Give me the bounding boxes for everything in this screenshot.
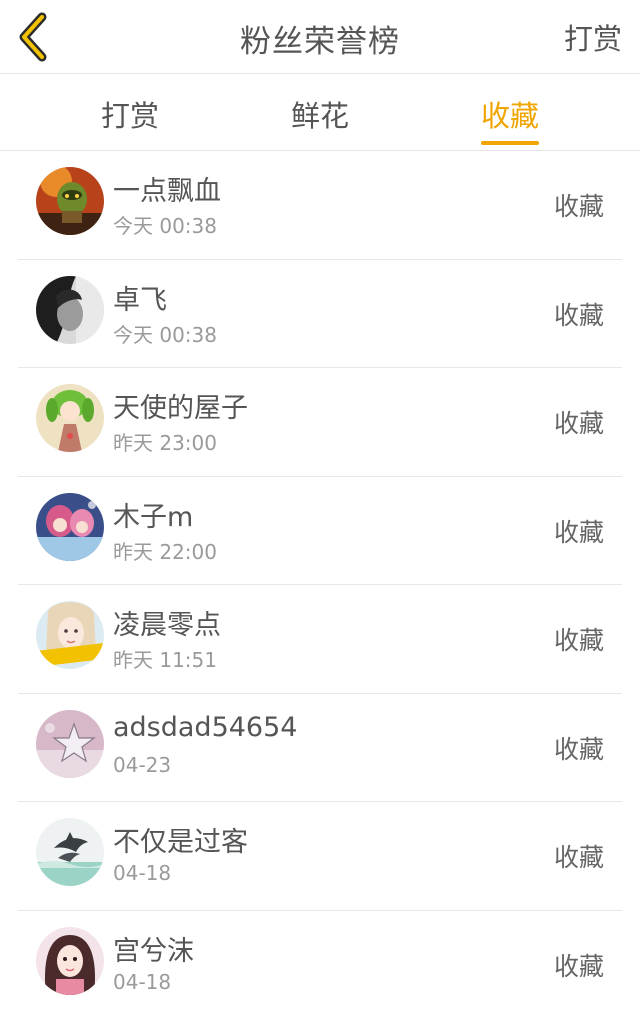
fan-time: 昨天 22:00 <box>113 539 217 564</box>
anime-green-hair-avatar <box>36 384 104 452</box>
fan-type-label: 收藏 <box>553 517 604 547</box>
fan-name: 不仅是过客 <box>113 827 248 858</box>
fan-time: 昨天 23:00 <box>113 431 217 455</box>
page-title: 粉丝荣誉榜 <box>240 24 400 60</box>
list-item[interactable]: 一点飘血 今天 00:38 收藏 <box>0 151 640 260</box>
top-bar: 粉丝荣誉榜 打赏 <box>0 0 640 74</box>
tab-tip[interactable]: 打赏 <box>70 93 190 151</box>
tab-label: 鲜花 <box>290 99 349 133</box>
dark-portrait-avatar <box>36 275 104 344</box>
fan-type-label: 收藏 <box>553 951 604 981</box>
list-item[interactable]: 宫兮沫 04-18 收藏 <box>0 911 640 1014</box>
list-item[interactable]: adsdad54654 04-23 收藏 <box>0 694 640 803</box>
list-item[interactable]: 凌晨零点 昨天 11:51 收藏 <box>0 585 640 694</box>
fan-name: 宫兮沫 <box>113 935 194 967</box>
list-item[interactable]: 木子m 昨天 22:00 收藏 <box>0 477 640 586</box>
tip-button[interactable]: 打赏 <box>564 16 622 58</box>
fan-time: 昨天 11:51 <box>113 648 217 672</box>
fan-time: 今天 00:38 <box>113 322 217 347</box>
girl-photo-avatar <box>36 601 104 669</box>
fan-list: 一点飘血 今天 00:38 收藏 卓飞 今天 00:38 收藏 天使的屋子 昨天… <box>0 151 640 1014</box>
tab-label: 打赏 <box>100 99 159 133</box>
fan-type-label: 收藏 <box>553 734 604 764</box>
list-item[interactable]: 天使的屋子 昨天 23:00 收藏 <box>0 368 640 477</box>
list-item[interactable]: 卓飞 今天 00:38 收藏 <box>0 260 640 369</box>
orc-warrior-avatar <box>36 167 104 235</box>
girl-pink-avatar <box>36 926 104 995</box>
colorful-anime-avatar <box>36 492 104 561</box>
fan-time: 今天 00:38 <box>113 214 217 238</box>
tab-flowers[interactable]: 鲜花 <box>260 93 380 151</box>
list-item[interactable]: 不仅是过客 04-18 收藏 <box>0 802 640 911</box>
tab-bar: 打赏 鲜花 收藏 <box>0 75 640 151</box>
fan-type-label: 收藏 <box>553 843 604 872</box>
fan-name: 凌晨零点 <box>113 610 221 641</box>
dolphin-avatar <box>36 818 104 886</box>
fan-type-label: 收藏 <box>553 409 604 438</box>
fan-name: adsdad54654 <box>113 711 298 743</box>
fan-name: 木子m <box>113 501 194 533</box>
fan-type-label: 收藏 <box>553 300 604 330</box>
fan-time: 04-23 <box>113 752 172 777</box>
fan-name: 一点飘血 <box>113 176 221 207</box>
fan-time: 04-18 <box>113 969 172 994</box>
fan-time: 04-18 <box>113 861 172 885</box>
active-tab-indicator <box>481 141 539 145</box>
fan-name: 卓飞 <box>113 284 167 316</box>
fan-name: 天使的屋子 <box>113 393 248 424</box>
fan-type-label: 收藏 <box>553 192 604 221</box>
star-ornament-avatar <box>36 709 104 778</box>
tab-favorites[interactable]: 收藏 <box>450 93 570 151</box>
tab-label: 收藏 <box>480 99 539 133</box>
fan-type-label: 收藏 <box>553 626 604 655</box>
